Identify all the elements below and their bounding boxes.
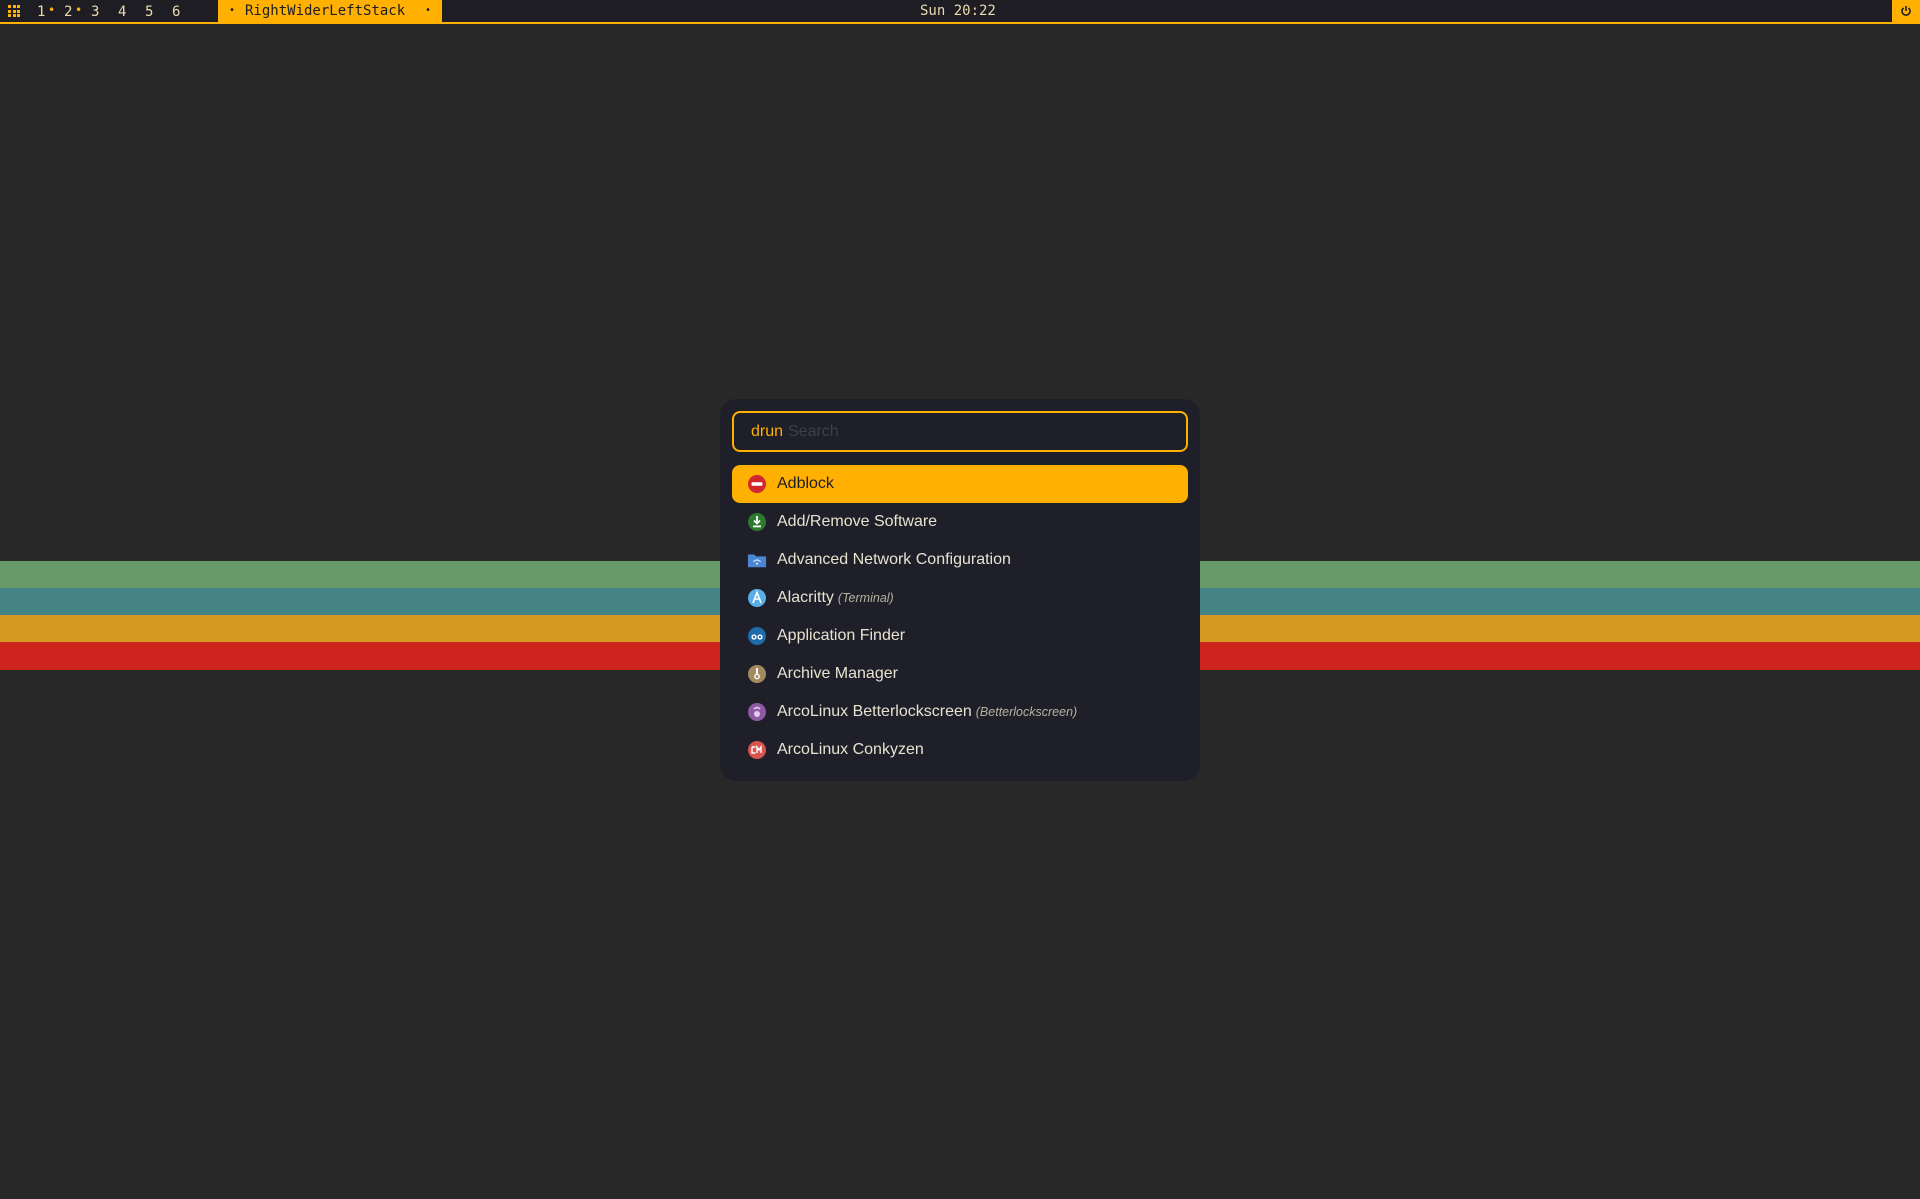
workspace-5[interactable]: 5 xyxy=(144,3,171,23)
download-icon xyxy=(747,512,767,532)
workspace-label: 3 xyxy=(91,4,100,20)
item-label: Archive Manager xyxy=(777,665,898,682)
item-generic-name: (Betterlockscreen) xyxy=(975,705,1078,719)
item-label: ArcoLinux Conkyzen xyxy=(777,741,924,758)
app-launcher: drun Adblock Add/Remove Software Advance… xyxy=(720,399,1200,781)
archive-icon xyxy=(747,664,767,684)
workspace-list: 1 • 2 • 3 4 5 6 xyxy=(36,3,198,23)
layout-bullet-left: • xyxy=(229,5,236,16)
network-folder-icon xyxy=(747,550,767,570)
search-input[interactable] xyxy=(788,421,1168,443)
power-icon xyxy=(1901,6,1911,16)
list-item-advanced-network-configuration[interactable]: Advanced Network Configuration xyxy=(732,541,1188,579)
item-generic-name: (Terminal) xyxy=(837,591,894,605)
list-item-archive-manager[interactable]: Archive Manager xyxy=(732,655,1188,693)
item-label: Add/Remove Software xyxy=(777,513,938,530)
item-label: ArcoLinux Betterlockscreen (Betterlockscr… xyxy=(777,703,1078,720)
workspace-label: 4 xyxy=(118,4,127,20)
item-label: Alacritty (Terminal) xyxy=(777,589,894,606)
workspace-label: 2 xyxy=(64,4,73,20)
list-item-arcolinux-betterlockscreen[interactable]: ArcoLinux Betterlockscreen (Betterlockscr… xyxy=(732,693,1188,731)
list-item-arcolinux-conkyzen[interactable]: ArcoLinux Conkyzen xyxy=(732,731,1188,769)
conkyzen-icon xyxy=(747,740,767,760)
workspace-2[interactable]: 2 • xyxy=(63,3,90,23)
mode-label: drun xyxy=(751,423,784,440)
item-label: Advanced Network Configuration xyxy=(777,551,1011,568)
workspace-1[interactable]: 1 • xyxy=(36,3,63,23)
workspace-6[interactable]: 6 xyxy=(171,3,198,23)
layout-name: RightWiderLeftStack xyxy=(245,3,406,19)
power-button[interactable] xyxy=(1892,0,1920,22)
list-item-alacritty[interactable]: Alacritty (Terminal) xyxy=(732,579,1188,617)
workspace-4[interactable]: 4 xyxy=(117,3,144,23)
clock: Sun 20:22 xyxy=(920,3,996,19)
layout-bullet-right: • xyxy=(424,5,431,16)
list-item-adblock[interactable]: Adblock xyxy=(732,465,1188,503)
item-label: Application Finder xyxy=(777,627,906,644)
adblock-icon xyxy=(747,474,767,494)
list-item-application-finder[interactable]: Application Finder xyxy=(732,617,1188,655)
binoculars-icon xyxy=(747,626,767,646)
workspace-indicator: • xyxy=(75,3,83,17)
list-item-add-remove-software[interactable]: Add/Remove Software xyxy=(732,503,1188,541)
top-bar: 1 • 2 • 3 4 5 6 • RightWiderLeftStack • … xyxy=(0,0,1920,24)
layout-indicator[interactable]: • RightWiderLeftStack • xyxy=(218,0,442,22)
apps-grid-icon[interactable] xyxy=(8,5,20,17)
workspace-label: 1 xyxy=(37,4,46,20)
workspace-label: 6 xyxy=(172,4,181,20)
workspace-label: 5 xyxy=(145,4,154,20)
item-label: Adblock xyxy=(777,475,834,492)
workspace-indicator: • xyxy=(48,3,56,17)
workspace-3[interactable]: 3 xyxy=(90,3,117,23)
lockscreen-icon xyxy=(747,702,767,722)
search-box[interactable]: drun xyxy=(732,411,1188,452)
app-list: Adblock Add/Remove Software Advanced Net… xyxy=(732,465,1188,769)
alacritty-icon xyxy=(747,588,767,608)
